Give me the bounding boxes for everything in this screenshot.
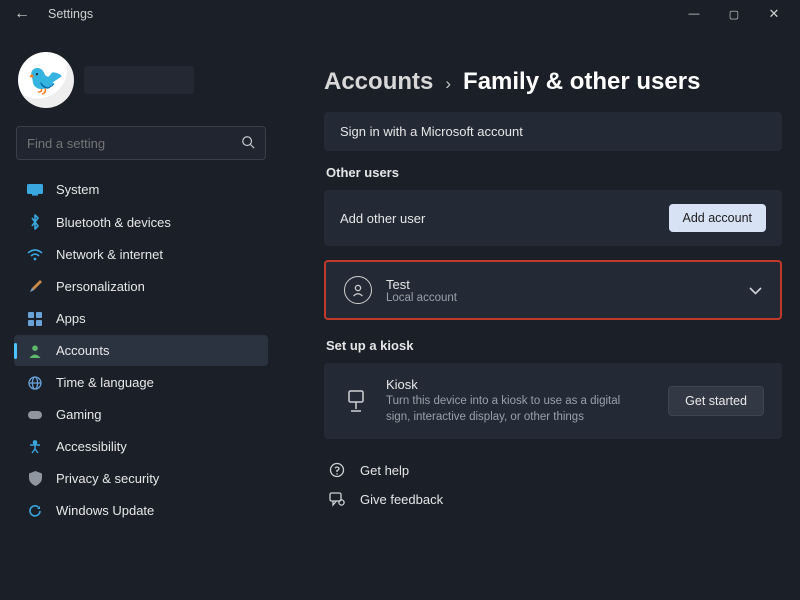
search-icon [241, 135, 255, 152]
breadcrumb: Accounts › Family & other users [324, 68, 782, 96]
sidebar-item-label: Windows Update [56, 503, 154, 518]
bluetooth-icon [26, 214, 44, 230]
banner-text: Sign in with a Microsoft account [340, 124, 766, 139]
apps-icon [26, 312, 44, 326]
kiosk-title: Kiosk [386, 377, 652, 392]
sidebar-item-gaming[interactable]: Gaming [14, 399, 268, 430]
sidebar-item-label: Accessibility [56, 439, 127, 454]
sidebar-item-bluetooth[interactable]: Bluetooth & devices [14, 206, 268, 238]
minimize-button[interactable]: — [674, 4, 714, 24]
ms-account-banner[interactable]: Sign in with a Microsoft account [324, 112, 782, 151]
profile-name-redacted [84, 66, 194, 94]
user-type: Local account [386, 292, 749, 304]
sidebar-item-network[interactable]: Network & internet [14, 239, 268, 270]
sidebar-item-accessibility[interactable]: Accessibility [14, 431, 268, 462]
search-input[interactable] [27, 136, 241, 151]
sidebar-item-label: Privacy & security [56, 471, 159, 486]
footer-links: Get help Give feedback [324, 455, 782, 514]
help-icon [328, 462, 346, 478]
add-other-user-row: Add other user Add account [324, 190, 782, 246]
sidebar-item-system[interactable]: System [14, 174, 268, 205]
wifi-icon [26, 249, 44, 261]
get-help-link[interactable]: Get help [324, 455, 782, 485]
sidebar-item-privacy[interactable]: Privacy & security [14, 463, 268, 494]
maximize-button[interactable]: ▢ [714, 4, 754, 25]
back-icon[interactable]: ← [14, 5, 36, 23]
sidebar-item-accounts[interactable]: Accounts [14, 335, 268, 366]
chevron-down-icon [749, 282, 762, 298]
feedback-icon [328, 492, 346, 507]
sidebar-item-label: Network & internet [56, 247, 163, 262]
sidebar-item-time-language[interactable]: Time & language [14, 367, 268, 398]
sidebar-item-label: Time & language [56, 375, 154, 390]
sidebar: 🐦 System Bluetooth & devices Network & i… [0, 28, 278, 600]
add-account-button[interactable]: Add account [669, 204, 767, 232]
kiosk-icon [342, 390, 370, 412]
sidebar-item-label: Bluetooth & devices [56, 215, 171, 230]
sidebar-item-label: Apps [56, 311, 86, 326]
kiosk-get-started-button[interactable]: Get started [668, 386, 764, 416]
sidebar-item-apps[interactable]: Apps [14, 303, 268, 334]
main-content: Accounts › Family & other users Sign in … [278, 28, 800, 600]
person-icon [26, 344, 44, 358]
avatar: 🐦 [18, 52, 74, 108]
user-name: Test [386, 277, 749, 292]
refresh-icon [26, 504, 44, 518]
shield-icon [26, 471, 44, 486]
sidebar-item-label: Accounts [56, 343, 109, 358]
other-users-heading: Other users [326, 165, 782, 180]
kiosk-desc: Turn this device into a kiosk to use as … [386, 394, 636, 425]
brush-icon [26, 280, 44, 294]
sidebar-item-label: System [56, 182, 99, 197]
search-box[interactable] [16, 126, 266, 160]
display-icon [26, 184, 44, 196]
person-outline-icon [344, 276, 372, 304]
get-help-label: Get help [360, 463, 409, 478]
globe-icon [26, 376, 44, 390]
user-entry-test[interactable]: Test Local account [324, 260, 782, 320]
chevron-right-icon: › [445, 74, 451, 94]
give-feedback-link[interactable]: Give feedback [324, 485, 782, 514]
titlebar: ← Settings — ▢ ✕ [0, 0, 800, 28]
breadcrumb-current: Family & other users [463, 68, 700, 96]
sidebar-item-label: Personalization [56, 279, 145, 294]
profile-block[interactable]: 🐦 [18, 52, 268, 108]
nav-list: System Bluetooth & devices Network & int… [14, 174, 268, 526]
window-title: Settings [48, 7, 93, 21]
sidebar-item-label: Gaming [56, 407, 102, 422]
kiosk-heading: Set up a kiosk [326, 338, 782, 353]
gaming-icon [26, 409, 44, 421]
breadcrumb-parent[interactable]: Accounts [324, 68, 433, 96]
sidebar-item-windows-update[interactable]: Windows Update [14, 495, 268, 526]
accessibility-icon [26, 440, 44, 454]
add-other-user-label: Add other user [340, 211, 669, 226]
give-feedback-label: Give feedback [360, 492, 443, 507]
close-button[interactable]: ✕ [754, 2, 794, 26]
kiosk-row: Kiosk Turn this device into a kiosk to u… [324, 363, 782, 439]
sidebar-item-personalization[interactable]: Personalization [14, 271, 268, 302]
